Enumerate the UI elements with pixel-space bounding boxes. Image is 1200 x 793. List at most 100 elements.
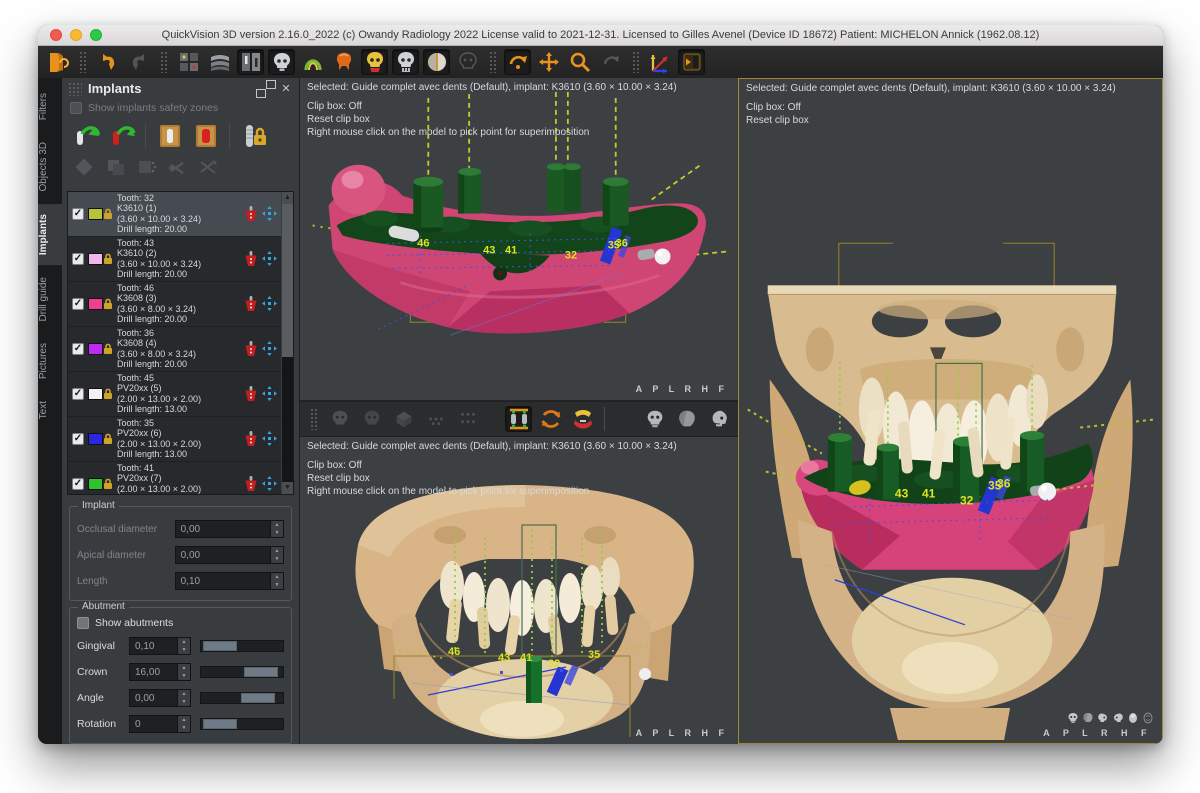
implant-list-item[interactable]: ✓ Tooth: 35PV20xx (6)(2.00 × 13.00 × 2.0… bbox=[68, 417, 281, 462]
show-skull-bone-button[interactable] bbox=[392, 49, 419, 75]
show-arch-button[interactable] bbox=[299, 49, 326, 75]
rotation-spinbox[interactable]: 0▲▼ bbox=[129, 715, 191, 733]
implant-list-item[interactable]: ✓ Tooth: 46K3608 (3)(3.60 × 8.00 × 3.24)… bbox=[68, 282, 281, 327]
scroll-up-arrow[interactable]: ▲ bbox=[282, 192, 293, 204]
implant-color-swatch[interactable] bbox=[88, 343, 103, 355]
sleeve-red-button[interactable] bbox=[190, 123, 221, 150]
safety-zone-icon[interactable] bbox=[244, 206, 258, 222]
redo-button[interactable] bbox=[125, 49, 152, 75]
view-front-skull-button[interactable] bbox=[641, 406, 668, 432]
view-posterior-icon[interactable] bbox=[1082, 712, 1094, 724]
show-skull-jaw-button[interactable] bbox=[361, 49, 388, 75]
point-grid-button[interactable] bbox=[422, 406, 449, 432]
angle-slider-handle[interactable] bbox=[241, 693, 275, 703]
move-implant-icon[interactable] bbox=[262, 341, 277, 356]
move-implant-icon[interactable] bbox=[262, 476, 277, 491]
show-molar-button[interactable] bbox=[330, 49, 357, 75]
tool-rotate-free-button[interactable] bbox=[597, 49, 624, 75]
reset-clip-box-link[interactable]: Reset clip box bbox=[307, 113, 677, 126]
layout-multiview-button[interactable] bbox=[175, 49, 202, 75]
cycle-implants-button[interactable] bbox=[537, 406, 564, 432]
safety-zone-icon[interactable] bbox=[244, 386, 258, 402]
tab-text[interactable]: Text bbox=[38, 391, 62, 429]
mandible-button[interactable] bbox=[569, 406, 596, 432]
view-back-skull-button[interactable] bbox=[673, 406, 700, 432]
crown-spinbox[interactable]: 16,00▲▼ bbox=[129, 663, 191, 681]
viewport-guide-3d[interactable]: Selected: Guide complet avec dents (Defa… bbox=[300, 78, 738, 401]
screw-in-white-implant-button[interactable] bbox=[70, 123, 101, 150]
show-abutments-checkbox[interactable] bbox=[77, 617, 89, 629]
reset-clip-box-link[interactable]: Reset clip box bbox=[746, 114, 1116, 127]
gingival-slider-handle[interactable] bbox=[203, 641, 237, 651]
layout-panorama-button[interactable] bbox=[206, 49, 233, 75]
reset-clip-box-link[interactable]: Reset clip box bbox=[307, 472, 677, 485]
sleeve-white-button[interactable] bbox=[154, 123, 185, 150]
implant-visible-checkbox[interactable]: ✓ bbox=[72, 208, 84, 220]
view-left-icon[interactable] bbox=[1097, 712, 1109, 724]
layout-two-view-button[interactable] bbox=[237, 49, 264, 75]
viewport-bone-3d[interactable]: Selected: Guide complet avec dents (Defa… bbox=[300, 437, 738, 744]
clip-box-button[interactable] bbox=[390, 406, 417, 432]
tool-zoom-button[interactable] bbox=[566, 49, 593, 75]
scrollbar-thumb[interactable] bbox=[282, 357, 293, 482]
viewport-superimposition-3d[interactable]: Selected: Guide complet avec dents (Defa… bbox=[738, 78, 1163, 744]
safety-zone-icon[interactable] bbox=[244, 251, 258, 267]
tab-pictures[interactable]: Pictures bbox=[38, 333, 62, 389]
implant-color-swatch[interactable] bbox=[88, 208, 103, 220]
view-anterior-icon[interactable] bbox=[1067, 712, 1079, 724]
link-tool-icon[interactable] bbox=[167, 157, 189, 182]
angle-slider[interactable] bbox=[200, 692, 284, 704]
implant-list-item[interactable]: ✓ Tooth: 36K3608 (4)(3.60 × 8.00 × 3.24)… bbox=[68, 327, 281, 372]
list-scrollbar[interactable]: ▲ ▼ bbox=[281, 192, 293, 494]
view-skull-side-button[interactable] bbox=[268, 49, 295, 75]
safety-zone-icon[interactable] bbox=[244, 341, 258, 357]
align-implants-button[interactable] bbox=[505, 406, 532, 432]
skull-bone-button[interactable] bbox=[358, 406, 385, 432]
scroll-down-arrow[interactable]: ▼ bbox=[282, 482, 293, 494]
rotation-slider-handle[interactable] bbox=[203, 719, 237, 729]
apical-diameter-spinbox[interactable]: 0,00▲▼ bbox=[175, 546, 284, 564]
undo-button[interactable] bbox=[94, 49, 121, 75]
screw-in-red-implant-button[interactable] bbox=[106, 123, 137, 150]
show-skull-ghost-button[interactable] bbox=[454, 49, 481, 75]
view-right-icon[interactable] bbox=[1112, 712, 1124, 724]
close-panel-icon[interactable]: ✕ bbox=[279, 82, 293, 95]
tab-drill-guide[interactable]: Drill guide bbox=[38, 267, 62, 331]
safety-zone-icon[interactable] bbox=[244, 296, 258, 312]
tab-filters[interactable]: Filters bbox=[38, 83, 62, 130]
gingival-slider[interactable] bbox=[200, 640, 284, 652]
crown-slider[interactable] bbox=[200, 666, 284, 678]
implant-color-swatch[interactable] bbox=[88, 433, 103, 445]
implant-visible-checkbox[interactable]: ✓ bbox=[72, 388, 84, 400]
view-side-skull-button[interactable] bbox=[705, 406, 732, 432]
grid-tool-icon[interactable] bbox=[136, 157, 158, 182]
tool-pan-button[interactable] bbox=[535, 49, 562, 75]
view-foot-icon[interactable] bbox=[1142, 712, 1154, 724]
implant-list-item[interactable]: ✓ Tooth: 45PV20xx (5)(2.00 × 13.00 × 2.0… bbox=[68, 372, 281, 417]
implant-visible-checkbox[interactable]: ✓ bbox=[72, 298, 84, 310]
tab-implants[interactable]: Implants bbox=[38, 204, 62, 265]
panel-drag-handle-icon[interactable] bbox=[68, 82, 82, 96]
plane-tool-icon[interactable] bbox=[74, 157, 96, 182]
move-implant-icon[interactable] bbox=[262, 251, 277, 266]
superimposition-canvas[interactable]: 43 41 32 35 36 bbox=[739, 79, 1162, 743]
safety-zone-icon[interactable] bbox=[244, 431, 258, 447]
toggle-panel-button[interactable] bbox=[678, 49, 705, 75]
implant-color-swatch[interactable] bbox=[88, 253, 103, 265]
view-head-icon[interactable] bbox=[1127, 712, 1139, 724]
implant-visible-checkbox[interactable]: ✓ bbox=[72, 433, 84, 445]
open-case-button[interactable] bbox=[44, 49, 71, 75]
skull-soft-tissue-button[interactable] bbox=[326, 406, 353, 432]
implant-color-swatch[interactable] bbox=[88, 478, 103, 490]
implant-color-swatch[interactable] bbox=[88, 298, 103, 310]
lock-implant-button[interactable] bbox=[238, 123, 269, 150]
move-implant-icon[interactable] bbox=[262, 296, 277, 311]
safety-zones-checkbox[interactable] bbox=[70, 102, 82, 114]
occlusal-diameter-spinbox[interactable]: 0,00▲▼ bbox=[175, 520, 284, 538]
length-spinbox[interactable]: 0,10▲▼ bbox=[175, 572, 284, 590]
implant-list-item[interactable]: ✓ Tooth: 32K3610 (1)(3.60 × 10.00 × 3.24… bbox=[68, 192, 281, 237]
angle-spinbox[interactable]: 0,00▲▼ bbox=[129, 689, 191, 707]
move-implant-icon[interactable] bbox=[262, 431, 277, 446]
implant-visible-checkbox[interactable]: ✓ bbox=[72, 478, 84, 490]
implant-visible-checkbox[interactable]: ✓ bbox=[72, 343, 84, 355]
